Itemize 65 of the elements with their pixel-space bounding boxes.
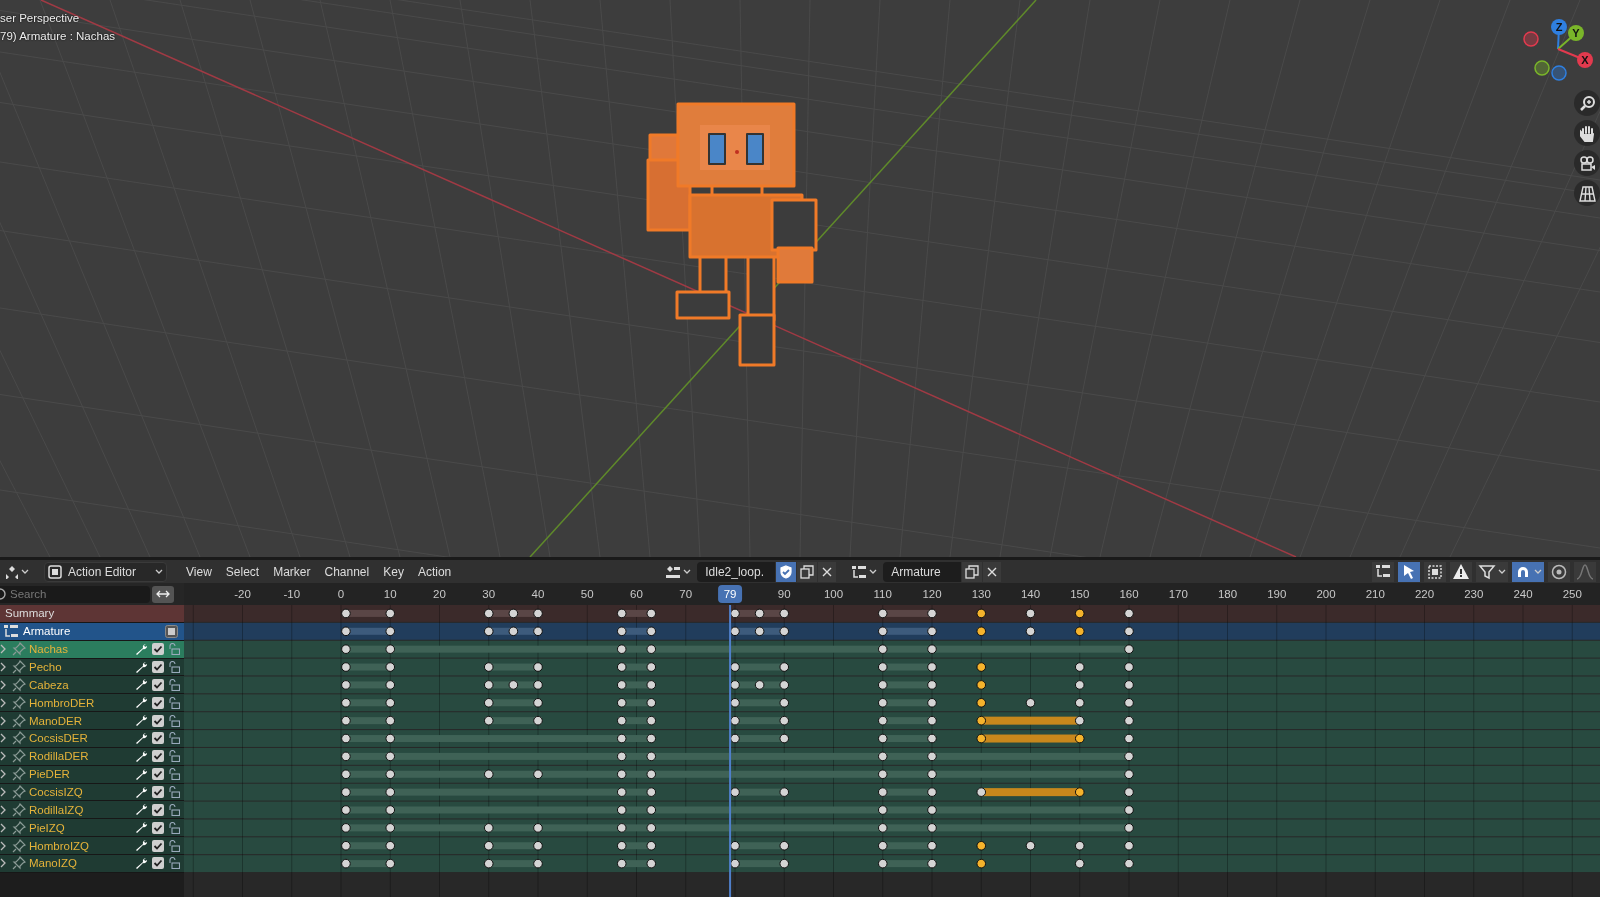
frame-number: 240: [1513, 588, 1533, 600]
navigation-gizmo[interactable]: Z Y X: [1523, 19, 1593, 81]
channel-row[interactable]: ManoDER: [0, 712, 184, 730]
menu-item[interactable]: Channel: [317, 561, 377, 582]
frame-number: 0: [337, 588, 345, 600]
channel-row[interactable]: Summary: [0, 605, 184, 623]
frame-number: 180: [1217, 588, 1238, 600]
channel-row[interactable]: HombroDER: [0, 694, 184, 713]
channel-name: Armature: [23, 625, 72, 638]
frame-number: 100: [823, 588, 844, 600]
frame-number: 200: [1316, 588, 1336, 600]
menu-item[interactable]: View: [179, 561, 219, 582]
frame-number: 220: [1414, 588, 1435, 600]
frame-number: 50: [580, 588, 594, 600]
menu-item[interactable]: Marker: [266, 561, 318, 582]
channel-name: CocsisIZQ: [29, 786, 84, 798]
search-field[interactable]: Search: [0, 585, 150, 603]
channel-row[interactable]: ManoIZQ: [0, 855, 184, 873]
frame-number: 170: [1168, 588, 1188, 600]
frame-number: 70: [679, 588, 693, 600]
channel-name: PieIZQ: [29, 821, 66, 834]
frame-number: 210: [1365, 588, 1385, 600]
frame-number: 160: [1119, 588, 1139, 600]
frame-number: 40: [531, 588, 545, 600]
channel-name: ManoIZQ: [29, 857, 78, 870]
viewport-info-text: ser Perspective: [0, 11, 81, 26]
frame-number: -10: [283, 588, 301, 600]
menu-item[interactable]: Action: [410, 561, 459, 582]
channel-name: Nachas: [29, 643, 69, 656]
frame-number: 10: [383, 588, 397, 600]
channel-name: PieDER: [29, 768, 71, 781]
channel-name: HombroDER: [29, 696, 96, 709]
channel-name: Pecho: [29, 661, 63, 673]
current-frame-badge[interactable]: 79: [718, 585, 743, 603]
channel-name: Summary: [5, 607, 56, 620]
menu-item[interactable]: Key: [376, 561, 411, 582]
channel-name: CocsisDER: [29, 732, 89, 745]
frame-number: 190: [1267, 588, 1287, 600]
editor-mode-dropdown[interactable]: Action Editor: [44, 561, 167, 582]
frame-number: 90: [777, 588, 791, 600]
frame-number: 140: [1020, 588, 1041, 600]
viewport-info-text: 79) Armature : Nachas: [0, 29, 116, 44]
action-name-field[interactable]: Idle2_loop.: [697, 561, 776, 582]
channel-row[interactable]: RodillaIZQ: [0, 801, 184, 820]
channel-name: Cabeza: [29, 678, 70, 691]
frame-number: -20: [234, 588, 251, 600]
frame-number: 20: [433, 588, 446, 600]
channel-name: ManoDER: [29, 714, 84, 727]
frame-number: 30: [482, 588, 496, 600]
channel-name: HombroIZQ: [29, 839, 91, 852]
slot-name-field[interactable]: Armature: [883, 561, 962, 582]
frame-number: 250: [1562, 588, 1582, 600]
channel-row[interactable]: CocsisDER: [0, 730, 184, 748]
channel-name: RodillaDER: [29, 750, 90, 763]
frame-number: 110: [873, 588, 892, 600]
channel-row[interactable]: Cabeza: [0, 676, 184, 695]
channel-name: RodillaIZQ: [29, 803, 85, 816]
channel-row[interactable]: HombroIZQ: [0, 837, 184, 856]
frame-number: 120: [922, 588, 942, 600]
menu-item[interactable]: Select: [218, 561, 267, 582]
frame-number: 150: [1070, 588, 1090, 600]
frame-number: 130: [971, 588, 991, 600]
frame-number: 230: [1464, 588, 1484, 600]
frame-number: 60: [630, 588, 643, 600]
channel-row[interactable]: PieIZQ: [0, 819, 184, 838]
